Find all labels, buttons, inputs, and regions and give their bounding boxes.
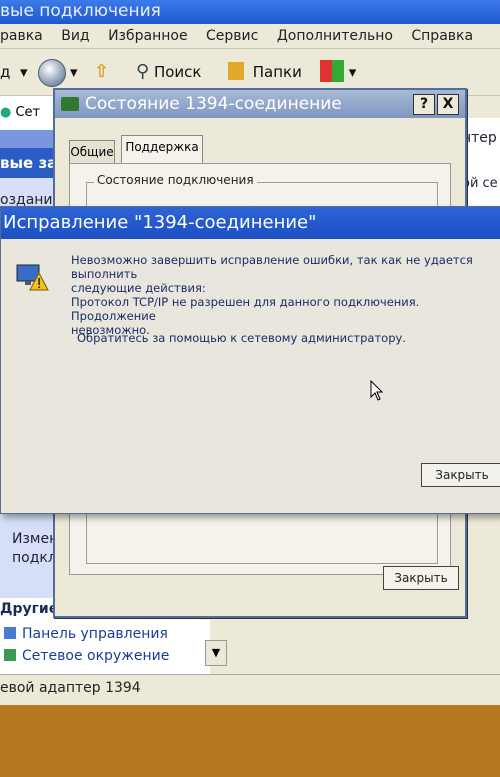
menu-view[interactable]: Вид bbox=[61, 28, 89, 44]
forward-button[interactable] bbox=[38, 59, 66, 87]
address-bar[interactable]: ● Сет bbox=[0, 96, 60, 130]
control-panel-icon bbox=[4, 627, 16, 639]
other-places-list: Панель управления Сетевое окружение bbox=[0, 620, 210, 674]
close-icon[interactable]: X bbox=[437, 94, 459, 115]
repair-dialog: Исправление "1394-соединение" Невозможно… bbox=[0, 206, 500, 514]
folders-button[interactable]: Папки bbox=[228, 59, 302, 85]
search-label: Поиск bbox=[153, 63, 202, 81]
network-places-icon bbox=[4, 649, 16, 661]
menu-edit[interactable]: равка bbox=[0, 28, 43, 44]
explorer-title-bar[interactable]: вые подключения bbox=[0, 0, 500, 24]
back-button[interactable]: д bbox=[0, 59, 10, 85]
repair-dialog-title: Исправление "1394-соединение" bbox=[3, 212, 317, 233]
place-control-panel[interactable]: Панель управления bbox=[4, 626, 168, 642]
help-button[interactable]: ? bbox=[413, 94, 435, 115]
connection-status-label: Состояние подключения bbox=[94, 173, 257, 187]
details-text-1: нтер bbox=[462, 130, 497, 146]
search-button[interactable]: ⚲ Поиск bbox=[136, 59, 201, 85]
network-warning-icon bbox=[16, 264, 49, 291]
details-text-2: ой се bbox=[462, 176, 498, 191]
repair-hint-text: Обратитесь за помощью к сетевому админис… bbox=[77, 331, 406, 345]
explorer-title: вые подключения bbox=[0, 1, 161, 21]
scrollbar-down-button[interactable]: ▼ bbox=[205, 640, 227, 666]
back-dropdown-icon[interactable]: ▾ bbox=[20, 59, 28, 85]
tab-support[interactable]: Поддержка bbox=[121, 135, 203, 164]
address-text: Сет bbox=[15, 105, 41, 120]
menu-advanced[interactable]: Дополнительно bbox=[277, 28, 393, 44]
mouse-cursor-icon bbox=[370, 380, 384, 401]
forward-dropdown-icon[interactable]: ▾ bbox=[70, 59, 78, 85]
connection-icon bbox=[61, 97, 79, 111]
message-line: Протокол TCP/IP не разрешен для данного … bbox=[71, 295, 420, 323]
up-folder-icon[interactable]: ⇧ bbox=[94, 59, 109, 85]
status-bar-text: евой адаптер 1394 bbox=[0, 680, 141, 696]
menu-help[interactable]: Справка bbox=[411, 28, 473, 44]
menu-tools[interactable]: Сервис bbox=[206, 28, 258, 44]
message-line: Невозможно завершить исправление ошибки,… bbox=[71, 253, 473, 281]
place-network-neighborhood[interactable]: Сетевое окружение bbox=[4, 648, 169, 664]
views-button[interactable]: ▾ bbox=[320, 59, 356, 85]
folders-label: Папки bbox=[252, 63, 302, 81]
message-line: следующие действия: bbox=[71, 281, 206, 295]
place-label: Панель управления bbox=[22, 626, 168, 642]
status-dialog-title-bar[interactable]: Состояние 1394-соединение ? X bbox=[55, 90, 465, 118]
repair-close-button[interactable]: Закрыть bbox=[421, 463, 500, 487]
status-dialog-title: Состояние 1394-соединение bbox=[85, 94, 342, 114]
folder-icon bbox=[228, 62, 244, 80]
place-label: Сетевое окружение bbox=[22, 648, 170, 664]
network-icon: ● bbox=[0, 105, 12, 120]
repair-error-message: Невозможно завершить исправление ошибки,… bbox=[71, 253, 500, 337]
repair-dialog-title-bar[interactable]: Исправление "1394-соединение" bbox=[1, 207, 500, 239]
status-close-button[interactable]: Закрыть bbox=[383, 566, 459, 590]
views-icon bbox=[320, 60, 344, 82]
explorer-menu-bar: равка Вид Избранное Сервис Дополнительно… bbox=[0, 24, 500, 49]
menu-favorites[interactable]: Избранное bbox=[108, 28, 188, 44]
search-icon: ⚲ bbox=[136, 61, 150, 82]
tab-general[interactable]: Общие bbox=[69, 140, 115, 163]
explorer-status-bar: евой адаптер 1394 bbox=[0, 674, 500, 705]
